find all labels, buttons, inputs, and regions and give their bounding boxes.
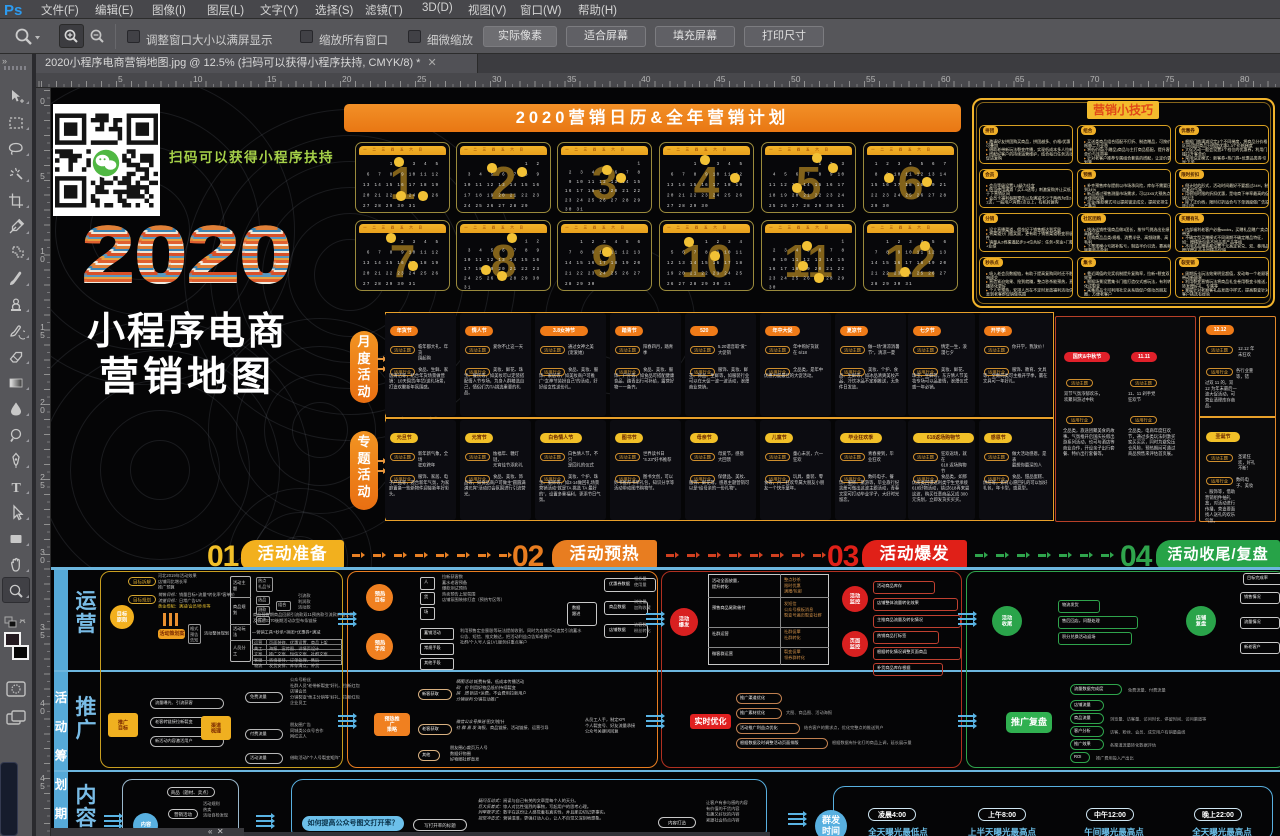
svg-text:T: T xyxy=(12,481,22,496)
